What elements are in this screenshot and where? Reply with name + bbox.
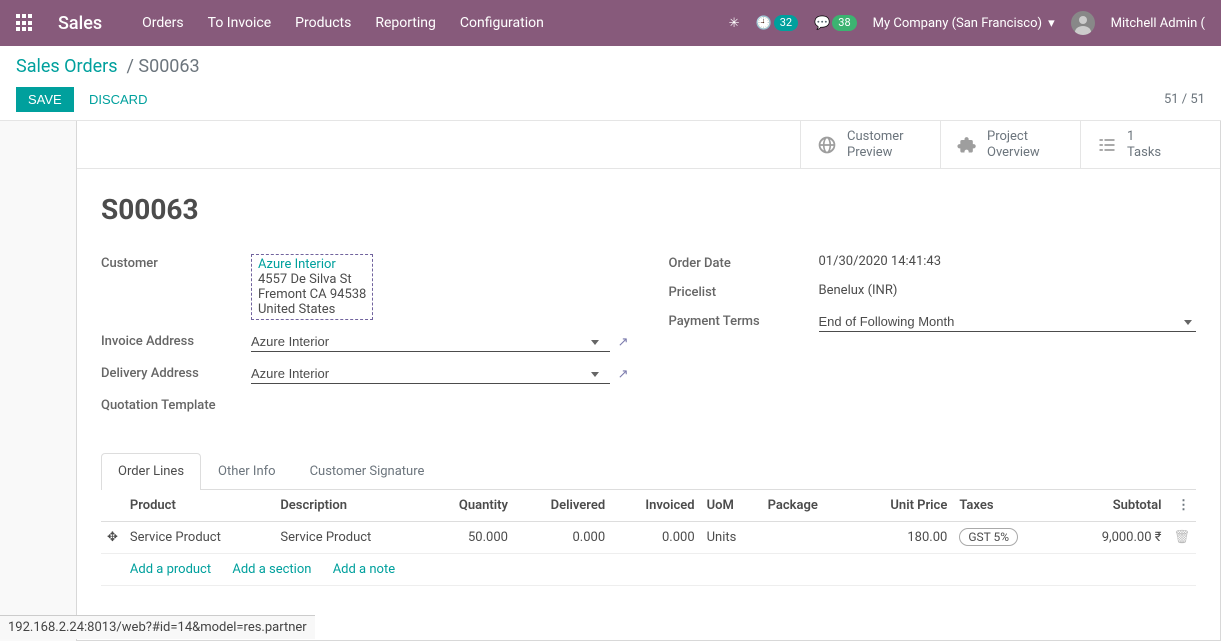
customer-field[interactable]: Azure Interior 4557 De Silva St Fremont …	[251, 254, 373, 320]
stat-project-overview[interactable]: ProjectOverview	[940, 121, 1080, 168]
messages-badge: 38	[832, 15, 856, 31]
customer-addr-1: 4557 De Silva St	[258, 272, 366, 287]
label-pricelist: Pricelist	[669, 283, 819, 300]
customer-addr-2: Fremont CA 94538	[258, 287, 366, 302]
external-link-icon[interactable]: ↗	[618, 335, 629, 350]
breadcrumb: Sales Orders / S00063	[16, 56, 1205, 77]
cell-subtotal: 9,000.00 ₹	[1063, 522, 1168, 554]
avatar[interactable]	[1071, 11, 1095, 35]
menu-products[interactable]: Products	[295, 15, 351, 31]
apps-icon[interactable]	[16, 14, 34, 32]
pricelist-value: Benelux (INR)	[819, 283, 1197, 298]
drag-handle-icon[interactable]: ✥	[101, 522, 124, 554]
company-selector[interactable]: My Company (San Francisco) ▾	[873, 16, 1055, 31]
th-description: Description	[274, 490, 424, 522]
activities-icon[interactable]: 🕘32	[756, 15, 799, 31]
debug-icon[interactable]: ✳	[729, 16, 740, 31]
cell-invoiced[interactable]: 0.000	[611, 522, 700, 554]
th-quantity: Quantity	[425, 490, 514, 522]
pager[interactable]: 51 / 51	[1164, 92, 1205, 107]
menu-configuration[interactable]: Configuration	[460, 15, 544, 31]
tab-customer-signature[interactable]: Customer Signature	[293, 453, 442, 489]
add-row: Add a product Add a section Add a note	[124, 554, 1196, 586]
sheet-wrap: CustomerPreview ProjectOverview 1Tasks S…	[0, 121, 1221, 641]
menu-to-invoice[interactable]: To Invoice	[208, 15, 272, 31]
cell-uom[interactable]: Units	[701, 522, 762, 554]
order-title: S00063	[101, 193, 1196, 226]
th-invoiced: Invoiced	[611, 490, 700, 522]
label-payment-terms: Payment Terms	[669, 312, 819, 329]
main-menu: Orders To Invoice Products Reporting Con…	[142, 15, 729, 31]
save-button[interactable]: SAVE	[16, 87, 74, 112]
label-order-date: Order Date	[669, 254, 819, 271]
th-delivered: Delivered	[514, 490, 611, 522]
form-sheet: CustomerPreview ProjectOverview 1Tasks S…	[76, 121, 1221, 641]
order-date-value: 01/30/2020 14:41:43	[819, 254, 1197, 269]
cell-description[interactable]: Service Product	[274, 522, 424, 554]
cell-unit-price[interactable]: 180.00	[853, 522, 954, 554]
globe-icon	[817, 135, 837, 155]
breadcrumb-current: S00063	[138, 56, 199, 77]
th-product: Product	[124, 490, 274, 522]
menu-orders[interactable]: Orders	[142, 15, 184, 31]
breadcrumb-root[interactable]: Sales Orders	[16, 56, 118, 77]
customer-name: Azure Interior	[258, 257, 366, 272]
stat-buttons: CustomerPreview ProjectOverview 1Tasks	[77, 121, 1220, 169]
customer-addr-3: United States	[258, 302, 366, 317]
top-nav: Sales Orders To Invoice Products Reporti…	[0, 0, 1221, 46]
cell-delivered[interactable]: 0.000	[514, 522, 611, 554]
col-right: Order Date 01/30/2020 14:41:43 Pricelist…	[669, 254, 1197, 425]
order-lines-table: Product Description Quantity Delivered I…	[101, 490, 1196, 586]
label-customer: Customer	[101, 254, 251, 271]
cell-taxes[interactable]: GST 5%	[953, 522, 1062, 554]
tasks-icon	[1097, 135, 1117, 155]
payment-terms-field[interactable]	[819, 312, 1197, 332]
th-subtotal: Subtotal	[1063, 490, 1168, 522]
kebab-icon[interactable]: ⋮	[1177, 498, 1190, 513]
user-name[interactable]: Mitchell Admin (	[1111, 16, 1205, 31]
add-product-link[interactable]: Add a product	[130, 562, 211, 577]
th-unit-price: Unit Price	[853, 490, 954, 522]
delivery-address-field[interactable]	[251, 364, 610, 384]
label-invoice-address: Invoice Address	[101, 332, 251, 349]
th-taxes: Taxes	[953, 490, 1062, 522]
company-name: My Company (San Francisco)	[873, 16, 1042, 31]
invoice-address-field[interactable]	[251, 332, 610, 352]
browser-status-bar: 192.168.2.24:8013/web?#id=14&model=res.p…	[0, 615, 315, 639]
control-panel: Sales Orders / S00063 SAVE DISCARD 51 / …	[0, 46, 1221, 121]
app-brand[interactable]: Sales	[58, 13, 102, 34]
discard-button[interactable]: DISCARD	[77, 87, 160, 112]
tab-order-lines[interactable]: Order Lines	[101, 453, 201, 490]
th-package: Package	[762, 490, 853, 522]
tab-other-info[interactable]: Other Info	[201, 453, 293, 489]
tabs: Order Lines Other Info Customer Signatur…	[101, 453, 1196, 490]
table-row[interactable]: ✥ Service Product Service Product 50.000…	[101, 522, 1196, 554]
trash-icon[interactable]: 🗑	[1173, 530, 1190, 545]
cell-product[interactable]: Service Product	[124, 522, 274, 554]
add-section-link[interactable]: Add a section	[232, 562, 311, 577]
stat-customer-preview[interactable]: CustomerPreview	[800, 121, 940, 168]
activities-badge: 32	[774, 15, 798, 31]
tax-tag: GST 5%	[959, 528, 1018, 546]
puzzle-icon	[957, 135, 977, 155]
th-uom: UoM	[701, 490, 762, 522]
menu-reporting[interactable]: Reporting	[375, 15, 436, 31]
messages-icon[interactable]: 💬38	[814, 15, 857, 31]
nav-right: ✳ 🕘32 💬38 My Company (San Francisco) ▾ M…	[729, 11, 1205, 35]
col-left: Customer Azure Interior 4557 De Silva St…	[101, 254, 629, 425]
chevron-down-icon: ▾	[1048, 16, 1055, 31]
external-link-icon[interactable]: ↗	[618, 367, 629, 382]
label-delivery-address: Delivery Address	[101, 364, 251, 381]
label-quotation-template: Quotation Template	[101, 396, 251, 413]
cell-quantity[interactable]: 50.000	[425, 522, 514, 554]
cell-package[interactable]	[762, 522, 853, 554]
add-note-link[interactable]: Add a note	[333, 562, 395, 577]
stat-tasks[interactable]: 1Tasks	[1080, 121, 1220, 168]
